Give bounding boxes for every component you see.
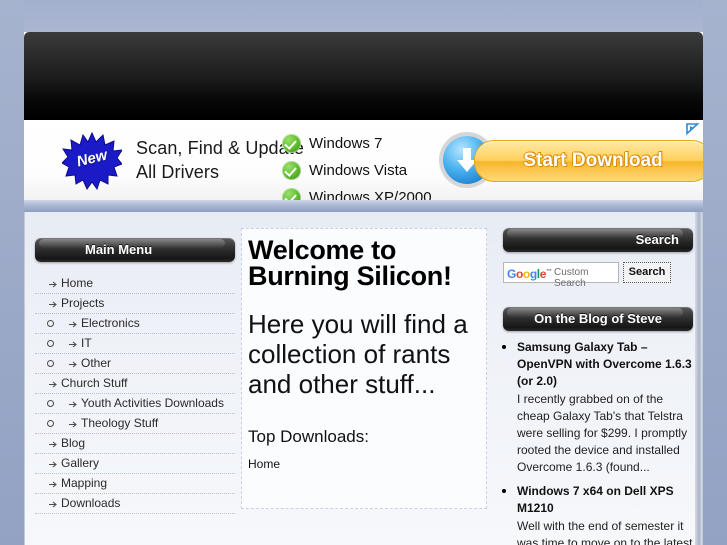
menu-item-home[interactable]: Home [35, 274, 235, 294]
site-header-banner [24, 32, 703, 120]
start-download-button[interactable]: Start Download [474, 140, 703, 182]
menu-item-projects[interactable]: Projects [35, 294, 235, 314]
menu-item-label: Home [61, 276, 94, 290]
arrow-right-icon [69, 321, 77, 328]
search-module-header: Search [503, 228, 693, 252]
main-menu-header: Main Menu [35, 238, 235, 262]
search-placeholder: Custom Search [554, 267, 589, 289]
blog-post-excerpt: Well with the end of semester it was tim… [517, 519, 693, 545]
blog-post-excerpt: I recently grabbed on of the cheap Galax… [517, 392, 688, 474]
ad-feature-label: Windows Vista [309, 162, 408, 179]
bullet-circle-icon [47, 400, 54, 407]
list-item: Windows 7 x64 on Dell XPS M1210 Well wit… [517, 482, 693, 545]
blog-post-title[interactable]: Windows 7 x64 on Dell XPS M1210 [517, 483, 693, 517]
site-page: New Scan, Find & Update All Drivers Wind… [24, 0, 703, 545]
ad-content: New Scan, Find & Update All Drivers Wind… [24, 120, 703, 207]
arrow-right-icon [69, 401, 77, 408]
search-button[interactable]: Search [623, 262, 671, 283]
bullet-circle-icon [47, 340, 54, 347]
menu-item-label: Projects [61, 296, 105, 310]
adchoices-triangle-icon[interactable] [685, 122, 700, 136]
main-menu-header-label: Main Menu [85, 242, 153, 257]
google-custom-search: Google™ Custom Search Search [503, 262, 693, 289]
arrow-right-icon [49, 461, 57, 468]
arrow-right-icon [49, 281, 57, 288]
menu-item-theology-stuff[interactable]: Theology Stuff [35, 414, 235, 434]
top-downloads-item[interactable]: Home [248, 457, 480, 471]
arrow-right-icon [49, 481, 57, 488]
bullet-circle-icon [47, 360, 54, 367]
page-top-strip [24, 0, 703, 32]
arrow-right-icon [69, 341, 77, 348]
menu-item-church-stuff[interactable]: Church Stuff [35, 374, 235, 394]
menu-item-downloads[interactable]: Downloads [35, 494, 235, 514]
right-sidebar: Search Google™ Custom Search Search On t… [503, 228, 693, 545]
arrow-right-icon [69, 361, 77, 368]
arrow-right-icon [69, 421, 77, 428]
content-right-edge [695, 212, 702, 545]
bullet-circle-icon [47, 420, 54, 427]
page-content: Main Menu Home Projects Electronics IT O… [24, 212, 703, 545]
menu-item-label: Other [81, 356, 112, 370]
ad-feature-label: Windows 7 [309, 135, 383, 152]
menu-item-blog[interactable]: Blog [35, 434, 235, 454]
menu-item-gallery[interactable]: Gallery [35, 454, 235, 474]
ad-bottom-divider [24, 200, 703, 212]
search-input[interactable]: Google™ Custom Search [503, 262, 619, 289]
list-item: Samsung Galaxy Tab – OpenVPN with Overco… [517, 338, 693, 476]
blog-post-title[interactable]: Samsung Galaxy Tab – OpenVPN with Overco… [517, 339, 693, 390]
menu-item-label: IT [81, 336, 92, 350]
menu-item-label: Mapping [61, 476, 108, 490]
blog-module-header-label: On the Blog of Steve [534, 311, 662, 326]
google-logo: Google™ [507, 267, 552, 281]
top-downloads-heading: Top Downloads: [248, 427, 369, 446]
arrow-right-icon [49, 501, 57, 508]
menu-item-label: Gallery [61, 456, 100, 470]
start-download-label: Start Download [523, 150, 663, 171]
menu-item-label: Theology Stuff [81, 416, 159, 430]
menu-item-label: Youth Activities Downloads [81, 396, 224, 410]
blog-post-list: Samsung Galaxy Tab – OpenVPN with Overco… [503, 338, 693, 545]
ad-feature-row: Windows Vista [282, 157, 462, 184]
left-sidebar: Main Menu Home Projects Electronics IT O… [35, 238, 235, 514]
bullet-circle-icon [47, 320, 54, 327]
arrow-right-icon [49, 381, 57, 388]
blog-module-header: On the Blog of Steve [503, 307, 693, 331]
check-circle-icon [282, 161, 301, 180]
arrow-right-icon [49, 441, 57, 448]
check-circle-icon [282, 134, 301, 153]
menu-item-label: Blog [61, 436, 86, 450]
ad-feature-list: Windows 7 Windows Vista Windows XP/2000 [282, 130, 462, 211]
menu-item-electronics[interactable]: Electronics [35, 314, 235, 334]
menu-item-it[interactable]: IT [35, 334, 235, 354]
ad-feature-row: Windows 7 [282, 130, 462, 157]
menu-item-mapping[interactable]: Mapping [35, 474, 235, 494]
menu-item-label: Downloads [61, 496, 121, 510]
search-module-header-label: Search [635, 232, 679, 247]
blog-module: On the Blog of Steve Samsung Galaxy Tab … [503, 307, 693, 545]
main-article: Welcome to Burning Silicon! Here you wil… [241, 228, 487, 509]
arrow-right-icon [49, 301, 57, 308]
menu-item-label: Electronics [81, 316, 140, 330]
intro-text: Here you will find a collection of rants… [248, 309, 468, 399]
menu-item-other[interactable]: Other [35, 354, 235, 374]
main-menu-list: Home Projects Electronics IT Other Churc… [35, 274, 235, 514]
page-title: Welcome to Burning Silicon! [248, 235, 452, 291]
menu-item-label: Church Stuff [61, 376, 128, 390]
advertisement-banner[interactable]: New Scan, Find & Update All Drivers Wind… [24, 120, 703, 212]
menu-item-youth-activities-downloads[interactable]: Youth Activities Downloads [35, 394, 235, 414]
